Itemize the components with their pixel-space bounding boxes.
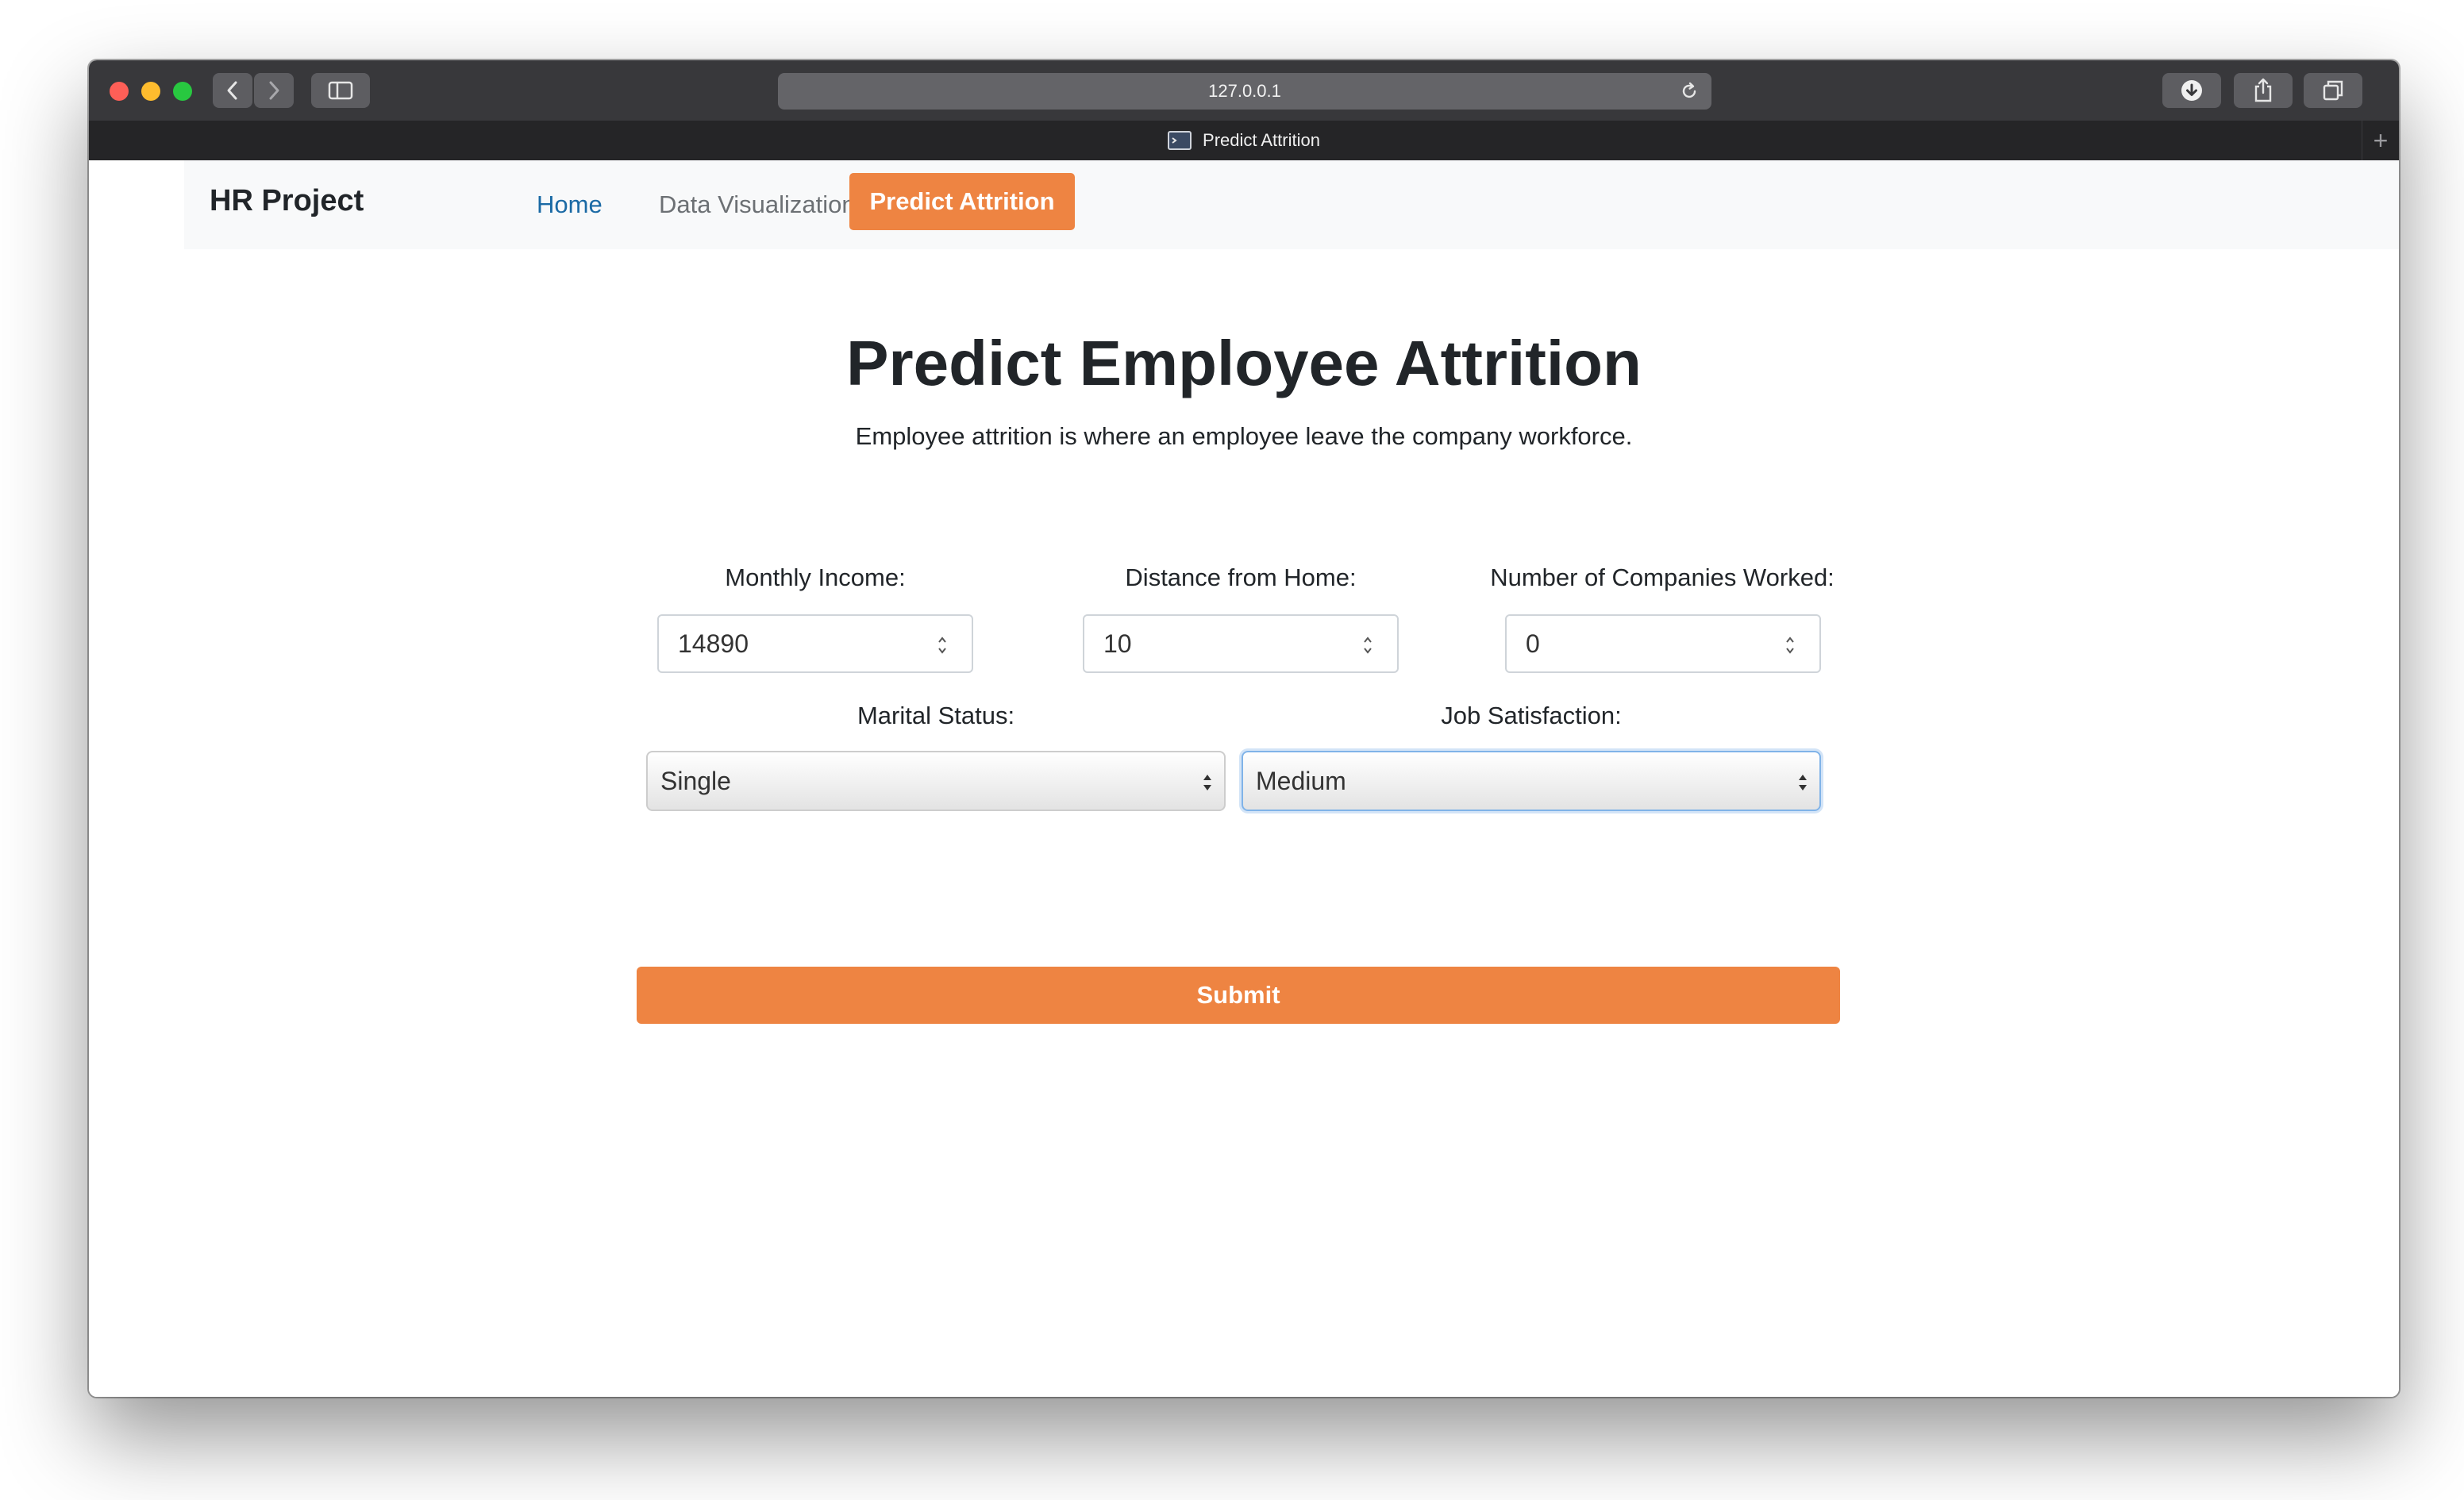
nav-data-visualization-dropdown[interactable]: Data Visualization [659, 190, 881, 219]
job-satisfaction-label: Job Satisfaction: [1441, 702, 1622, 729]
plus-icon: + [2373, 125, 2389, 155]
chevron-right-icon [269, 81, 279, 100]
num-companies-worked-label: Number of Companies Worked: [1490, 563, 1835, 591]
sidebar-toggle-button[interactable] [311, 73, 370, 108]
page-subtitle: Employee attrition is where an employee … [855, 422, 1633, 450]
monthly-income-input[interactable]: 14890 [657, 614, 973, 673]
sidebar-icon [328, 81, 353, 100]
tab-active[interactable]: Predict Attrition [89, 121, 2399, 160]
page-title: Predict Employee Attrition [846, 328, 1642, 398]
marital-status-select[interactable]: Single [646, 751, 1226, 811]
address-bar[interactable]: 127.0.0.1 [778, 73, 1711, 110]
nav-home-link[interactable]: Home [537, 190, 603, 219]
number-stepper-icon[interactable] [1784, 632, 1796, 659]
select-arrows-icon [1203, 775, 1211, 790]
monthly-income-value: 14890 [678, 629, 749, 658]
chevron-left-icon [227, 81, 237, 100]
tab-bar: Predict Attrition + [89, 121, 2399, 161]
monthly-income-label: Monthly Income: [725, 563, 906, 591]
select-arrows-icon [1799, 775, 1807, 790]
num-companies-worked-value: 0 [1526, 629, 1540, 658]
number-stepper-icon[interactable] [1362, 632, 1373, 659]
back-button[interactable] [213, 73, 252, 108]
tabs-overview-button[interactable] [2304, 73, 2362, 108]
nav-predict-attrition-button[interactable]: Predict Attrition [849, 173, 1075, 230]
share-button[interactable] [2234, 73, 2293, 108]
job-satisfaction-value: Medium [1256, 766, 1346, 795]
new-tab-button[interactable]: + [2362, 121, 2399, 160]
submit-button[interactable]: Submit [637, 967, 1840, 1024]
page-content: HR Project Home Data Visualization Predi… [89, 160, 2399, 1397]
reload-icon[interactable] [1680, 82, 1699, 101]
distance-from-home-label: Distance from Home: [1125, 563, 1357, 591]
download-icon [2181, 80, 2202, 101]
job-satisfaction-select[interactable]: Medium [1242, 751, 1821, 811]
nav-data-visualization-label: Data Visualization [659, 190, 856, 218]
browser-window: 127.0.0.1 Predict Attrition + HR Project… [89, 60, 2399, 1397]
share-icon [2254, 78, 2272, 102]
navbar: HR Project Home Data Visualization Predi… [184, 160, 2399, 249]
minimize-window-button[interactable] [141, 82, 160, 101]
close-window-button[interactable] [110, 82, 129, 101]
tab-title: Predict Attrition [1203, 130, 1320, 150]
forward-button[interactable] [254, 73, 294, 108]
terminal-favicon-icon [1168, 131, 1192, 150]
distance-from-home-value: 10 [1103, 629, 1132, 658]
distance-from-home-input[interactable]: 10 [1083, 614, 1399, 673]
downloads-button[interactable] [2162, 73, 2221, 108]
marital-status-value: Single [660, 766, 731, 795]
browser-toolbar: 127.0.0.1 [89, 60, 2399, 122]
url-text: 127.0.0.1 [1208, 81, 1281, 101]
number-stepper-icon[interactable] [937, 632, 948, 659]
marital-status-label: Marital Status: [857, 702, 1015, 729]
navbar-brand[interactable]: HR Project [210, 184, 364, 218]
tabs-icon [2323, 80, 2343, 101]
zoom-window-button[interactable] [173, 82, 192, 101]
num-companies-worked-input[interactable]: 0 [1505, 614, 1821, 673]
